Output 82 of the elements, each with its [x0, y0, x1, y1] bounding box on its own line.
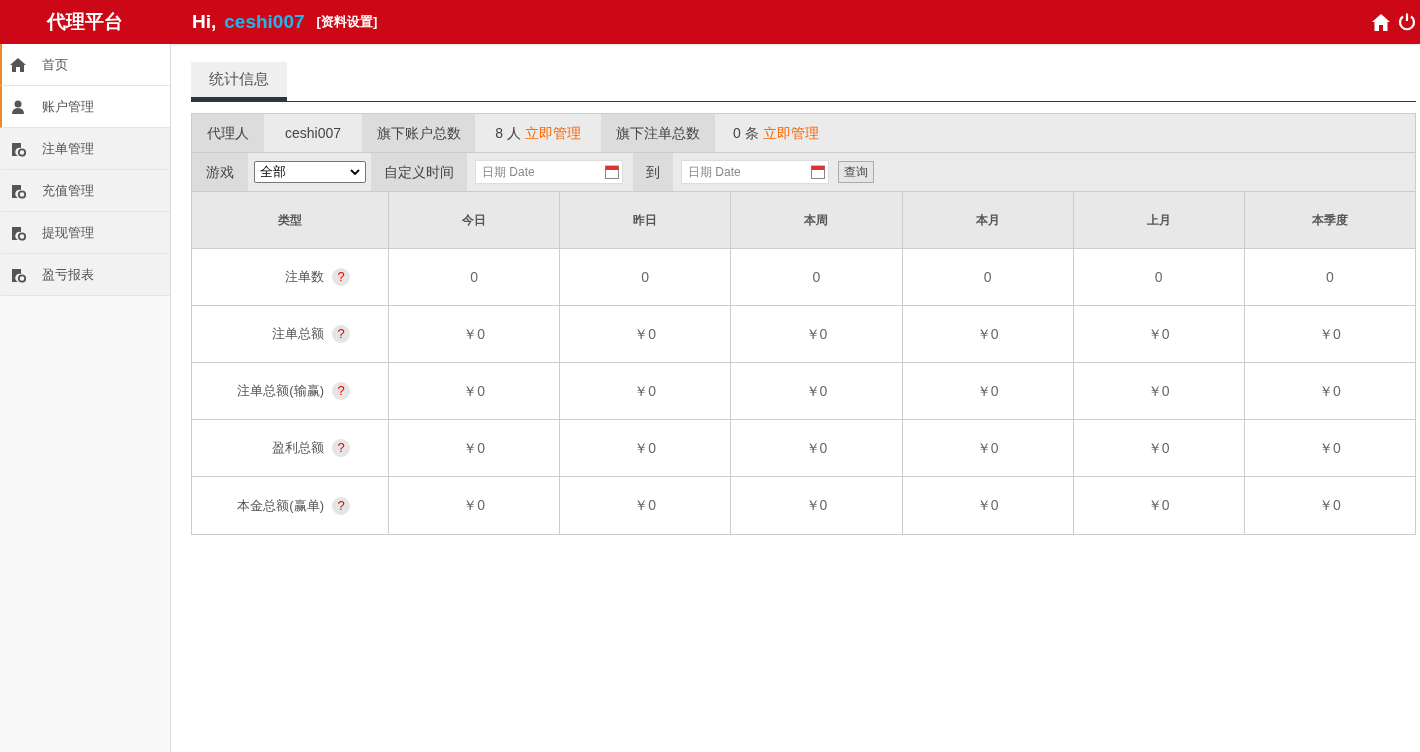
game-select[interactable]: 全部	[254, 161, 366, 183]
table-cell: ￥0	[1243, 420, 1415, 476]
calendar-icon[interactable]	[811, 164, 825, 179]
table-cell: ￥0	[388, 306, 560, 362]
table-cell: 0	[388, 249, 560, 305]
greeting: Hi,	[192, 9, 217, 34]
column-header: 昨日	[559, 192, 731, 248]
field-value: ceshi007	[264, 114, 362, 152]
table-cell: ￥0	[901, 306, 1073, 362]
username: ceshi007	[224, 9, 305, 34]
table-cell: ￥0	[901, 420, 1073, 476]
row-label: 本金总额(赢单)	[237, 496, 324, 515]
order-count: 0 条	[733, 123, 759, 143]
calendar-icon[interactable]	[605, 164, 619, 179]
help-badge[interactable]: ?	[332, 496, 350, 515]
document-gear-icon	[10, 224, 26, 241]
field-label: 到	[633, 153, 673, 191]
table-cell: ￥0	[1243, 477, 1415, 534]
table-cell: 0	[901, 249, 1073, 305]
help-badge[interactable]: ?	[332, 325, 350, 343]
table-cell: ￥0	[1072, 363, 1244, 419]
table-cell: ￥0	[901, 363, 1073, 419]
table-cell: ￥0	[1243, 363, 1415, 419]
sidebar-item[interactable]: 盈亏报表	[0, 254, 170, 296]
table-cell: ￥0	[901, 477, 1073, 534]
table-cell: ￥0	[559, 420, 731, 476]
table-cell: 0	[1072, 249, 1244, 305]
row-label: 注单总额	[272, 325, 324, 344]
account-count: 8 人	[495, 123, 521, 143]
date-field[interactable]: 日期 Date	[475, 160, 623, 184]
table-cell: ￥0	[388, 363, 560, 419]
table-cell: ￥0	[388, 477, 560, 534]
column-header: 上月	[1072, 192, 1244, 248]
row-label: 盈利总额	[272, 439, 324, 458]
column-header: 本周	[730, 192, 902, 248]
chevron-down-icon	[350, 168, 360, 176]
table-cell: 0	[1243, 249, 1415, 305]
home-icon[interactable]	[1372, 13, 1390, 31]
table-cell: ￥0	[559, 306, 731, 362]
tab[interactable]: 统计信息	[191, 62, 287, 101]
field-label: 自定义时间	[371, 153, 467, 191]
field-label: 游戏	[192, 153, 248, 191]
power-icon[interactable]	[1398, 13, 1416, 31]
table-cell: ￥0	[730, 477, 902, 534]
table-cell: ￥0	[559, 477, 731, 534]
table-cell: 0	[730, 249, 902, 305]
table-cell: ￥0	[1072, 477, 1244, 534]
column-header: 今日	[388, 192, 560, 248]
field-label: 旗下账户总数	[362, 114, 475, 152]
table-cell: ￥0	[559, 363, 731, 419]
brand-title: 代理平台	[45, 9, 124, 34]
sidebar-item[interactable]: 充值管理	[0, 170, 170, 212]
table-cell: ￥0	[730, 363, 902, 419]
help-badge[interactable]: ?	[332, 382, 350, 400]
document-gear-icon	[10, 182, 26, 199]
help-badge[interactable]: ?	[332, 268, 350, 286]
help-badge[interactable]: ?	[332, 439, 350, 457]
sidebar-item[interactable]: 注单管理	[0, 128, 170, 170]
table-cell: ￥0	[1243, 306, 1415, 362]
sidebar-item[interactable]: 提现管理	[0, 212, 170, 254]
column-header: 类型	[277, 212, 303, 229]
table-cell: ￥0	[388, 420, 560, 476]
document-gear-icon	[10, 140, 26, 157]
table-cell: 0	[559, 249, 731, 305]
table-cell: ￥0	[1072, 420, 1244, 476]
date-field[interactable]: 日期 Date	[681, 160, 829, 184]
sidebar-item[interactable]: 首页	[0, 44, 170, 86]
column-header: 本季度	[1243, 192, 1415, 248]
field-label: 代理人	[192, 114, 264, 152]
row-label: 注单总额(输赢)	[237, 382, 324, 401]
person-icon	[10, 98, 26, 115]
home-icon	[10, 56, 26, 73]
field-label: 旗下注单总数	[601, 114, 715, 152]
table-cell: ￥0	[730, 306, 902, 362]
document-gear-icon	[10, 266, 26, 283]
column-header: 本月	[901, 192, 1073, 248]
table-cell: ￥0	[1072, 306, 1244, 362]
table-cell: ￥0	[730, 420, 902, 476]
profile-settings-link[interactable]: [资料设置]	[316, 12, 378, 32]
sidebar-item[interactable]: 账户管理	[0, 86, 170, 128]
row-label: 注单数	[285, 268, 324, 287]
query-button[interactable]: 查询	[838, 161, 874, 183]
